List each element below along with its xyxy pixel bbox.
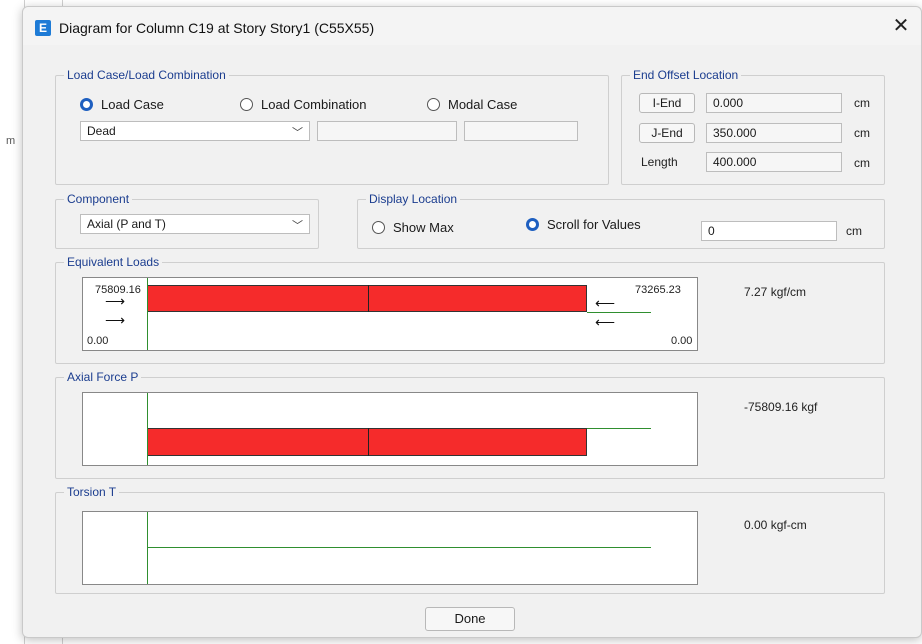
end-offset-group-label: End Offset Location xyxy=(630,68,742,82)
background-text: m xyxy=(6,135,16,147)
member-axis xyxy=(147,547,651,548)
equivalent-loads-group: Equivalent Loads 75809.16 73265.23 ⟶ ⟶ ⟵… xyxy=(55,255,885,364)
torsion-group-label: Torsion T xyxy=(64,485,120,499)
component-select[interactable]: Axial (P and T) ﹀ xyxy=(80,214,310,234)
title-bar[interactable]: E Diagram for Column C19 at Story Story1… xyxy=(23,7,921,45)
load-case-group-label: Load Case/Load Combination xyxy=(64,68,229,82)
right-top-value: 73265.23 xyxy=(635,284,681,296)
length-field: 400.000 xyxy=(706,152,842,172)
member-axis xyxy=(147,278,148,350)
display-location-group-label: Display Location xyxy=(366,192,461,206)
axial-force-side-value: -75809.16 kgf xyxy=(744,400,818,414)
component-group-label: Component xyxy=(64,192,133,206)
load-case-select[interactable]: Dead ﹀ xyxy=(80,121,310,141)
load-case-value: Dead xyxy=(87,124,116,138)
right-bottom-value: 0.00 xyxy=(671,335,693,347)
radio-dot-icon xyxy=(526,217,539,231)
chevron-down-icon: ﹀ xyxy=(292,127,303,139)
radio-modal-case[interactable]: Modal Case xyxy=(427,96,517,112)
radio-load-combination[interactable]: Load Combination xyxy=(240,96,367,112)
j-end-button[interactable]: J-End xyxy=(639,123,695,143)
window-title: Diagram for Column C19 at Story Story1 (… xyxy=(59,20,375,36)
app-icon: E xyxy=(35,20,51,36)
axial-force-plot xyxy=(82,392,698,466)
left-bottom-value: 0.00 xyxy=(87,335,109,347)
right-arrow-icon: ⟶ xyxy=(105,293,126,309)
member-axis xyxy=(147,393,148,465)
length-unit: cm xyxy=(854,156,870,170)
left-arrow-icon: ⟵ xyxy=(595,295,616,311)
length-label: Length xyxy=(641,155,678,169)
modal-case-field[interactable] xyxy=(464,121,578,141)
end-offset-group: End Offset Location I-End 0.000 cm J-End… xyxy=(621,68,885,185)
radio-show-max[interactable]: Show Max xyxy=(372,219,454,235)
radio-load-case[interactable]: Load Case xyxy=(80,96,164,112)
radio-scroll-for-values[interactable]: Scroll for Values xyxy=(526,216,641,232)
i-end-button[interactable]: I-End xyxy=(639,93,695,113)
component-value: Axial (P and T) xyxy=(87,217,166,231)
i-end-unit: cm xyxy=(854,96,870,110)
j-end-unit: cm xyxy=(854,126,870,140)
equivalent-loads-side-value: 7.27 kgf/cm xyxy=(744,285,807,299)
torsion-group: Torsion T 0.00 kgf-cm xyxy=(55,485,885,594)
radio-dot-icon xyxy=(427,97,440,111)
equivalent-loads-group-label: Equivalent Loads xyxy=(64,255,163,269)
load-case-group: Load Case/Load Combination Load Case Loa… xyxy=(55,68,609,185)
i-end-field[interactable]: 0.000 xyxy=(706,93,842,113)
load-bar xyxy=(147,285,587,312)
torsion-side-value: 0.00 kgf-cm xyxy=(744,518,807,532)
scroll-value-field[interactable]: 0 xyxy=(701,221,837,241)
member-axis xyxy=(147,512,148,584)
radio-dot-icon xyxy=(240,97,253,111)
equivalent-loads-plot: 75809.16 73265.23 ⟶ ⟶ ⟵ ⟵ 0.00 0.00 xyxy=(82,277,698,351)
radio-dot-icon xyxy=(80,97,93,111)
done-button[interactable]: Done xyxy=(425,607,515,631)
close-icon[interactable]: ✕ xyxy=(889,15,913,39)
axial-force-group-label: Axial Force P xyxy=(64,370,142,384)
torsion-plot xyxy=(82,511,698,585)
chevron-down-icon: ﹀ xyxy=(292,220,303,232)
member-axis xyxy=(587,312,651,313)
bar-divider xyxy=(368,428,369,456)
axial-force-group: Axial Force P -75809.16 kgf xyxy=(55,370,885,479)
double-left-arrow-icon: ⟵ xyxy=(595,314,616,330)
member-axis xyxy=(587,428,651,429)
radio-dot-icon xyxy=(372,220,385,234)
display-location-group: Display Location Show Max Scroll for Val… xyxy=(357,192,885,249)
double-right-arrow-icon: ⟶ xyxy=(105,312,126,328)
component-group: Component Axial (P and T) ﹀ xyxy=(55,192,319,249)
j-end-field[interactable]: 350.000 xyxy=(706,123,842,143)
bar-divider xyxy=(368,285,369,312)
scroll-unit: cm xyxy=(846,224,862,238)
axial-force-bar xyxy=(147,428,587,456)
load-combo-field[interactable] xyxy=(317,121,457,141)
diagram-dialog: E Diagram for Column C19 at Story Story1… xyxy=(22,6,922,638)
